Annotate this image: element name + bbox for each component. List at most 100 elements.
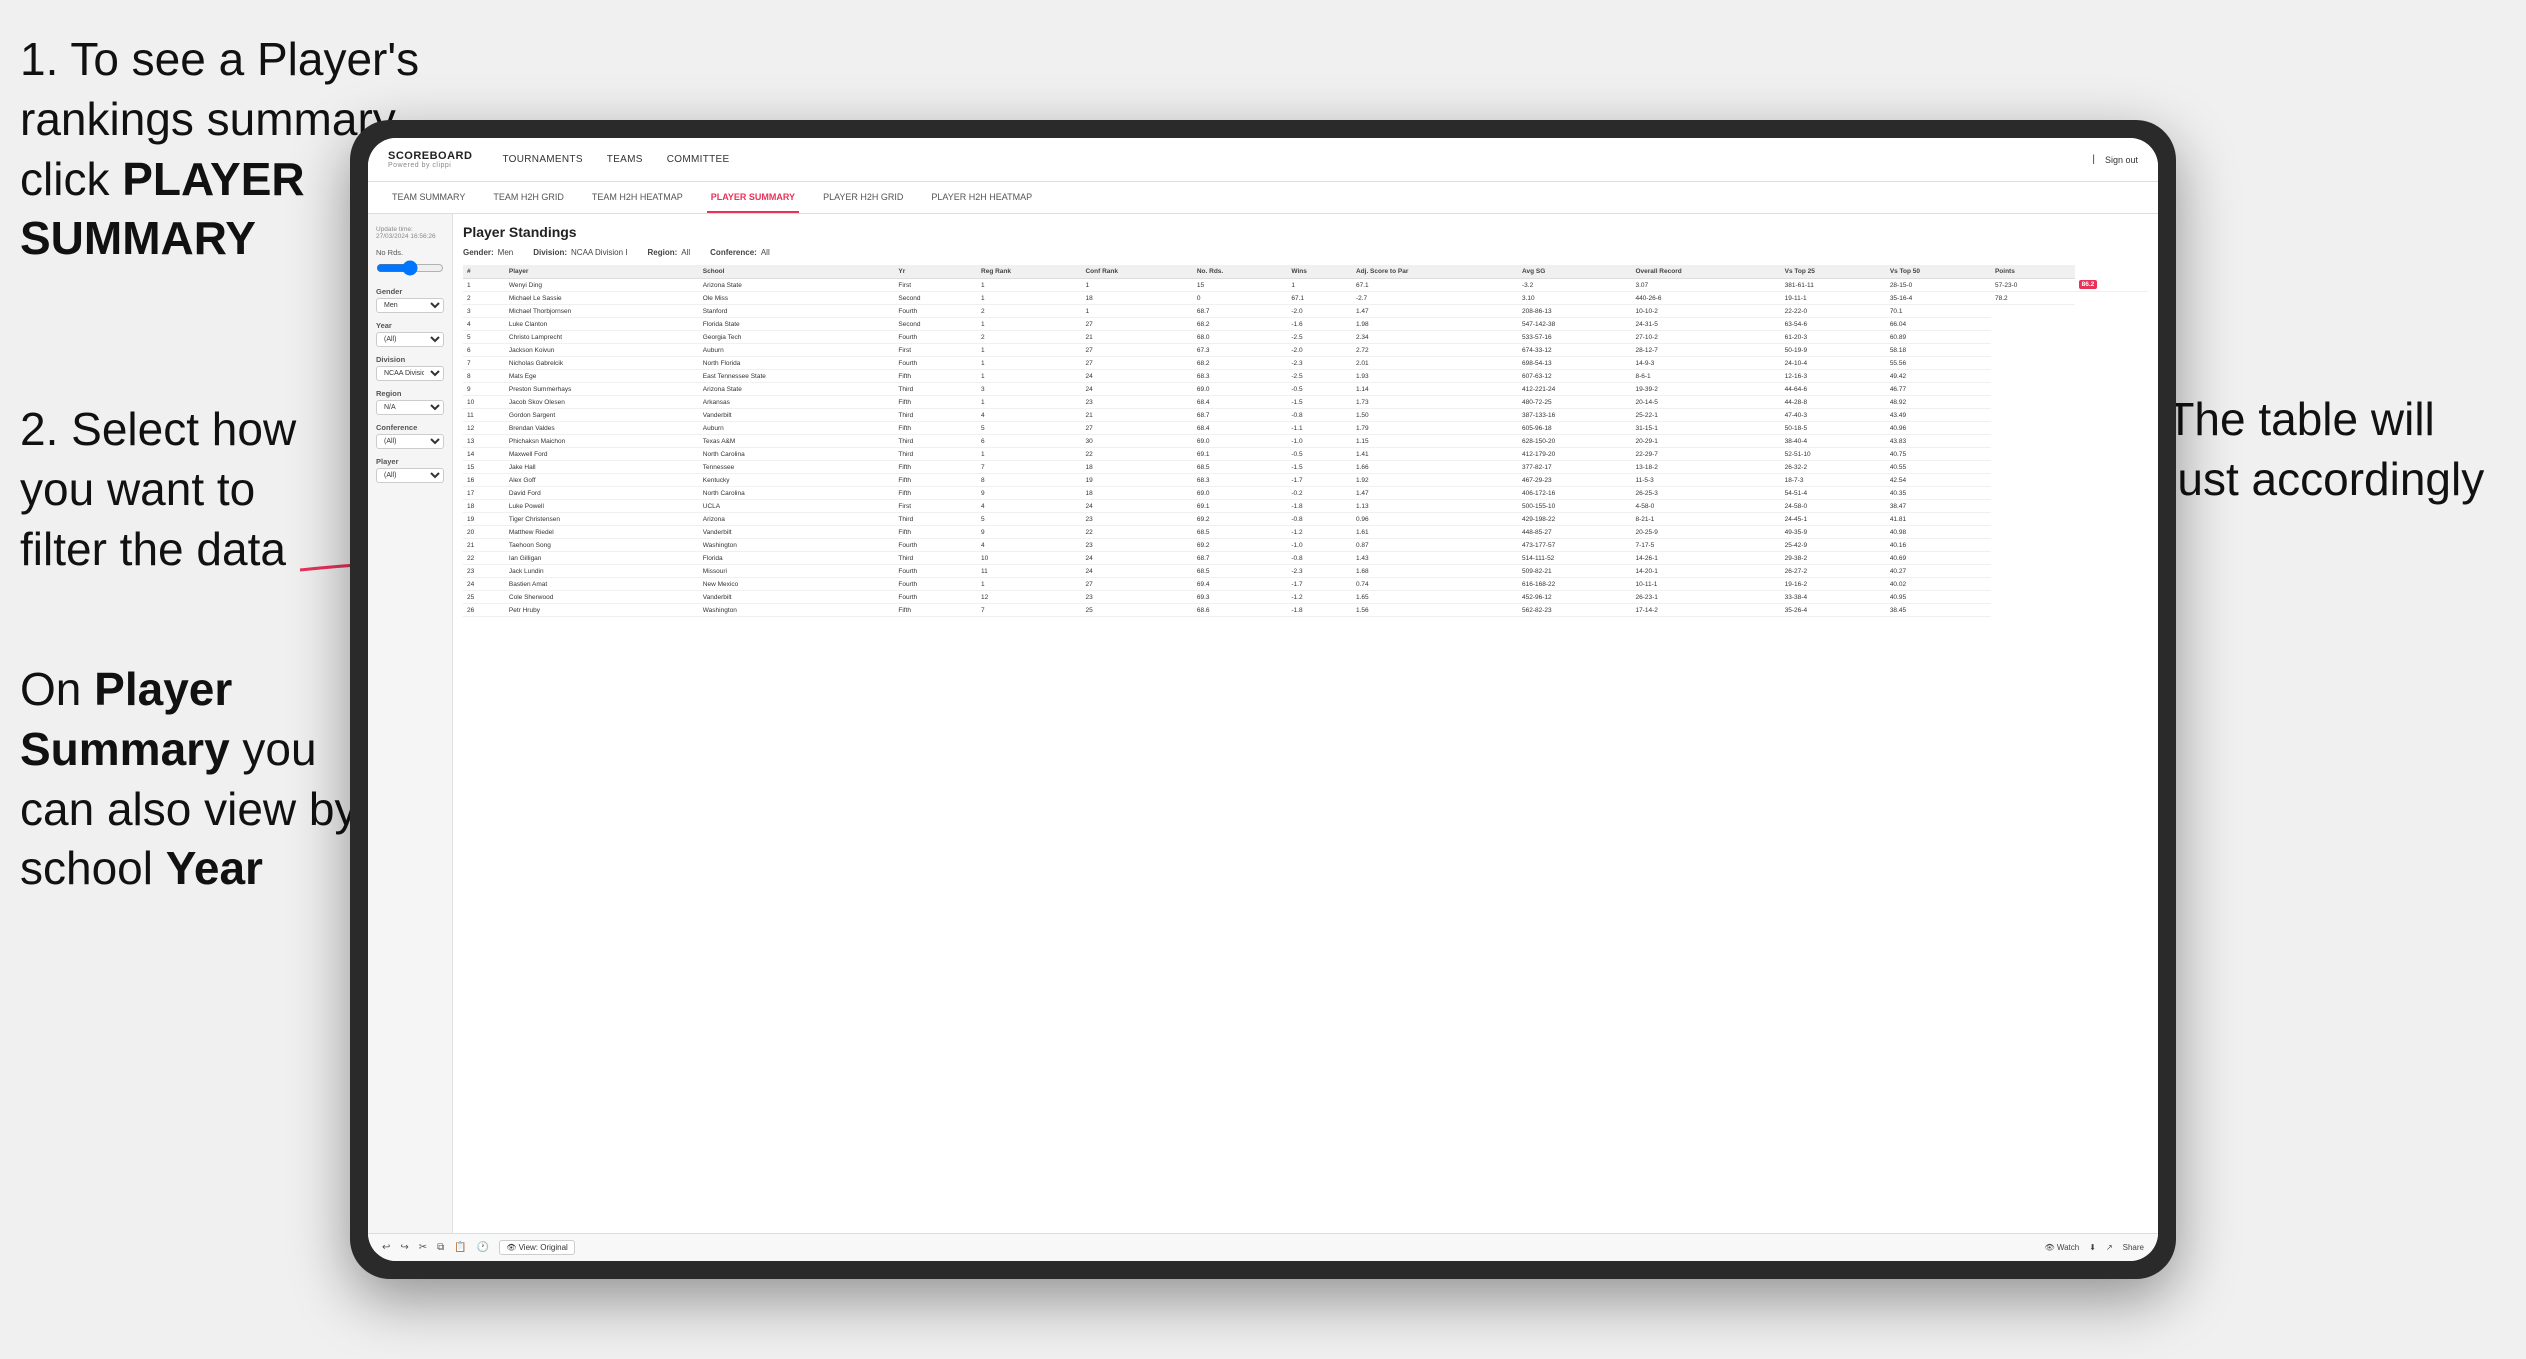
table-cell: 49.42 (1886, 370, 1991, 383)
subnav-player-summary[interactable]: PLAYER SUMMARY (707, 182, 799, 213)
table-cell: -1.7 (1287, 578, 1352, 591)
update-time: Update time: 27/03/2024 16:56:26 (376, 226, 444, 240)
table-cell: 381-61-11 (1781, 279, 1886, 292)
table-cell: Florida State (699, 318, 895, 331)
table-cell: 1.47 (1352, 305, 1518, 318)
table-cell: -3.2 (1518, 279, 1631, 292)
nav-teams[interactable]: TEAMS (607, 154, 643, 165)
table-cell: Auburn (699, 422, 895, 435)
table-cell: 1.50 (1352, 409, 1518, 422)
table-cell: 4 (977, 539, 1081, 552)
table-cell: 15 (463, 461, 505, 474)
table-cell: 605-96-18 (1518, 422, 1631, 435)
subnav-player-h2h-grid[interactable]: PLAYER H2H GRID (819, 182, 907, 213)
table-cell: 24-31-5 (1631, 318, 1780, 331)
table-cell: Florida (699, 552, 895, 565)
subnav-player-h2h-heatmap[interactable]: PLAYER H2H HEATMAP (927, 182, 1036, 213)
table-cell: 448-85-27 (1518, 526, 1631, 539)
col-reg-rank: Reg Rank (977, 265, 1081, 279)
table-cell: 1.41 (1352, 448, 1518, 461)
table-cell: 27 (1081, 318, 1192, 331)
table-cell: 26-27-2 (1781, 565, 1886, 578)
table-cell: 1 (977, 357, 1081, 370)
table-cell: 52-51-10 (1781, 448, 1886, 461)
table-cell: 1 (977, 292, 1081, 305)
table-cell: 68.4 (1193, 396, 1288, 409)
tablet-screen: SCOREBOARD Powered by clippi TOURNAMENTS… (368, 138, 2158, 1261)
table-cell: 20-29-1 (1631, 435, 1780, 448)
share-label[interactable]: Share (2123, 1243, 2144, 1252)
table-area: Player Standings Gender: Men Division: N… (453, 214, 2158, 1233)
table-cell: 35-16-4 (1886, 292, 1991, 305)
table-cell: 24-45-1 (1781, 513, 1886, 526)
table-cell: 562-82-23 (1518, 604, 1631, 617)
table-cell: 21 (1081, 331, 1192, 344)
table-cell: 208-86-13 (1518, 305, 1631, 318)
table-cell: 533-57-16 (1518, 331, 1631, 344)
table-cell: 514-111-52 (1518, 552, 1631, 565)
table-cell: 11 (977, 565, 1081, 578)
table-cell: 78.2 (1991, 292, 2075, 305)
table-cell: Wenyi Ding (505, 279, 699, 292)
year-label: Year (376, 321, 444, 330)
subnav-team-h2h-grid[interactable]: TEAM H2H GRID (489, 182, 568, 213)
year-select[interactable]: (All) (376, 332, 444, 347)
table-cell: 1 (977, 370, 1081, 383)
region-select[interactable]: N/A (376, 400, 444, 415)
table-cell: 40.95 (1886, 591, 1991, 604)
table-cell: 38.47 (1886, 500, 1991, 513)
table-cell: 27 (1081, 578, 1192, 591)
table-header-row: # Player School Yr Reg Rank Conf Rank No… (463, 265, 2148, 279)
table-cell: Maxwell Ford (505, 448, 699, 461)
table-cell: Preston Summerhays (505, 383, 699, 396)
table-cell: 2 (463, 292, 505, 305)
no-rds-slider[interactable] (376, 260, 444, 276)
table-cell: 12 (463, 422, 505, 435)
table-cell: -1.0 (1287, 435, 1352, 448)
watch-button[interactable]: 👁 Watch (2044, 1243, 2079, 1252)
table-cell: 7-17-5 (1631, 539, 1780, 552)
table-cell: 69.0 (1193, 383, 1288, 396)
table-row: 11Gordon SargentVanderbiltThird42168.7-0… (463, 409, 2148, 422)
paste-icon[interactable]: 📋 (454, 1242, 466, 1253)
sign-out-link[interactable]: Sign out (2105, 155, 2138, 165)
table-cell: 67.1 (1287, 292, 1352, 305)
table-cell: 412-221-24 (1518, 383, 1631, 396)
nav-tournaments[interactable]: TOURNAMENTS (502, 154, 582, 165)
download-icon[interactable]: ⬇ (2089, 1243, 2096, 1252)
player-select[interactable]: (All) (376, 468, 444, 483)
redo-icon[interactable]: ↪ (400, 1242, 408, 1253)
table-cell: 68.7 (1193, 552, 1288, 565)
conference-select[interactable]: (All) (376, 434, 444, 449)
table-cell: -0.5 (1287, 448, 1352, 461)
cut-icon[interactable]: ✂ (419, 1242, 427, 1253)
table-cell: 69.3 (1193, 591, 1288, 604)
table-cell: 9 (463, 383, 505, 396)
table-cell: 24-58-0 (1781, 500, 1886, 513)
subnav-team-h2h-heatmap[interactable]: TEAM H2H HEATMAP (588, 182, 687, 213)
table-cell: 7 (977, 604, 1081, 617)
table-cell: -0.8 (1287, 513, 1352, 526)
table-cell: 3 (463, 305, 505, 318)
table-cell: 2.34 (1352, 331, 1518, 344)
division-select[interactable]: NCAA Division I (376, 366, 444, 381)
share-icon[interactable]: ↗ (2106, 1243, 2113, 1252)
table-cell: 480-72-25 (1518, 396, 1631, 409)
view-original-button[interactable]: 👁 View: Original (499, 1240, 575, 1255)
table-cell: 46.77 (1886, 383, 1991, 396)
table-cell: 44-28-8 (1781, 396, 1886, 409)
nav-committee[interactable]: COMMITTEE (667, 154, 730, 165)
table-cell: 20-25-9 (1631, 526, 1780, 539)
gender-select[interactable]: Men (376, 298, 444, 313)
filters-row: Gender: Men Division: NCAA Division I Re… (463, 248, 2148, 257)
table-cell: 69.4 (1193, 578, 1288, 591)
table-cell: 68.2 (1193, 357, 1288, 370)
table-cell: 33-38-4 (1781, 591, 1886, 604)
toolbar-right: 👁 Watch ⬇ ↗ Share (2044, 1243, 2144, 1252)
table-cell: North Florida (699, 357, 895, 370)
undo-icon[interactable]: ↩ (382, 1242, 390, 1253)
table-cell: 70.1 (1886, 305, 1991, 318)
subnav-team-summary[interactable]: TEAM SUMMARY (388, 182, 469, 213)
table-row: 14Maxwell FordNorth CarolinaThird12269.1… (463, 448, 2148, 461)
copy-icon[interactable]: ⧉ (437, 1242, 444, 1253)
